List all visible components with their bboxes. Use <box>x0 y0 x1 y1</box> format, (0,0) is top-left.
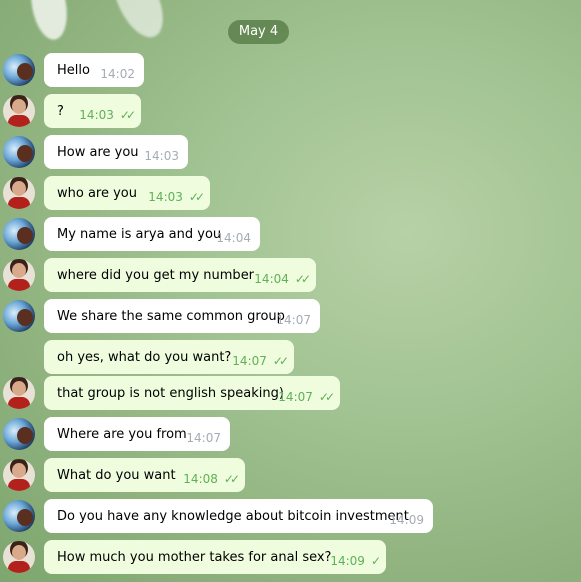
message-meta: 14:07 ✓✓ <box>278 390 335 404</box>
user-avatar[interactable] <box>3 177 35 209</box>
message-meta: 14:03 <box>144 149 179 163</box>
background-petal <box>102 0 174 45</box>
message-time: 14:07 <box>186 431 221 445</box>
double-check-icon: ✓✓ <box>119 108 136 122</box>
message-text: Where are you from <box>57 426 187 442</box>
double-check-icon: ✓✓ <box>223 472 240 486</box>
message-meta: 14:09 <box>389 513 424 527</box>
message-text: My name is arya and you <box>57 226 222 242</box>
message-text: Do you have any knowledge about bitcoin … <box>57 508 409 524</box>
incoming-message[interactable]: Hello 14:02 <box>44 53 144 87</box>
message-text: Hello <box>57 62 90 78</box>
message-meta: 14:08 ✓✓ <box>183 472 240 486</box>
message-time: 14:07 <box>276 313 311 327</box>
user-avatar[interactable] <box>3 259 35 291</box>
message-time: 14:03 <box>79 108 114 122</box>
outgoing-message[interactable]: who are you 14:03 ✓✓ <box>44 176 210 210</box>
message-meta: 14:03 ✓✓ <box>148 190 205 204</box>
incoming-message[interactable]: My name is arya and you 14:04 <box>44 217 260 251</box>
message-time: 14:03 <box>144 149 179 163</box>
outgoing-message[interactable]: How much you mother takes for anal sex? 1… <box>44 540 386 574</box>
message-time: 14:07 <box>278 390 313 404</box>
message-text: We share the same common group <box>57 308 285 324</box>
message-meta: 14:07 ✓✓ <box>232 354 289 368</box>
message-meta: 14:09 ✓ <box>330 554 381 568</box>
contact-avatar[interactable] <box>3 218 35 250</box>
contact-avatar[interactable] <box>3 136 35 168</box>
contact-avatar[interactable] <box>3 54 35 86</box>
message-time: 14:04 <box>216 231 251 245</box>
message-time: 14:03 <box>148 190 183 204</box>
message-time: 14:08 <box>183 472 218 486</box>
message-meta: 14:02 <box>100 67 135 81</box>
incoming-message[interactable]: We share the same common group 14:07 <box>44 299 320 333</box>
contact-avatar[interactable] <box>3 300 35 332</box>
outgoing-message[interactable]: oh yes, what do you want? 14:07 ✓✓ <box>44 340 294 374</box>
outgoing-message[interactable]: that group is not english speaking) 14:07… <box>44 376 340 410</box>
outgoing-message[interactable]: ? 14:03 ✓✓ <box>44 94 141 128</box>
background-petal <box>26 0 72 43</box>
message-text: who are you <box>57 185 137 201</box>
contact-avatar[interactable] <box>3 500 35 532</box>
message-text: where did you get my number <box>57 267 255 283</box>
incoming-message[interactable]: How are you 14:03 <box>44 135 188 169</box>
message-meta: 14:07 <box>186 431 221 445</box>
message-time: 14:02 <box>100 67 135 81</box>
double-check-icon: ✓✓ <box>318 390 335 404</box>
message-text: that group is not english speaking) <box>57 385 284 401</box>
message-meta: 14:04 ✓✓ <box>254 272 311 286</box>
message-text: How much you mother takes for anal sex? <box>57 549 332 565</box>
message-text: How are you <box>57 144 139 160</box>
double-check-icon: ✓✓ <box>294 272 311 286</box>
message-meta: 14:03 ✓✓ <box>79 108 136 122</box>
outgoing-message[interactable]: where did you get my number 14:04 ✓✓ <box>44 258 316 292</box>
date-separator: May 4 <box>228 20 289 44</box>
message-time: 14:07 <box>232 354 267 368</box>
message-meta: 14:07 <box>276 313 311 327</box>
user-avatar[interactable] <box>3 541 35 573</box>
user-avatar[interactable] <box>3 459 35 491</box>
message-text: oh yes, what do you want? <box>57 349 232 365</box>
message-time: 14:09 <box>389 513 424 527</box>
message-meta: 14:04 <box>216 231 251 245</box>
incoming-message[interactable]: Where are you from 14:07 <box>44 417 230 451</box>
outgoing-message[interactable]: What do you want 14:08 ✓✓ <box>44 458 245 492</box>
double-check-icon: ✓✓ <box>188 190 205 204</box>
message-time: 14:09 <box>330 554 365 568</box>
message-text: What do you want <box>57 467 176 483</box>
user-avatar[interactable] <box>3 377 35 409</box>
single-check-icon: ✓ <box>370 554 381 568</box>
message-time: 14:04 <box>254 272 289 286</box>
double-check-icon: ✓✓ <box>272 354 289 368</box>
user-avatar[interactable] <box>3 95 35 127</box>
contact-avatar[interactable] <box>3 418 35 450</box>
message-text: ? <box>57 103 64 119</box>
incoming-message[interactable]: Do you have any knowledge about bitcoin … <box>44 499 433 533</box>
